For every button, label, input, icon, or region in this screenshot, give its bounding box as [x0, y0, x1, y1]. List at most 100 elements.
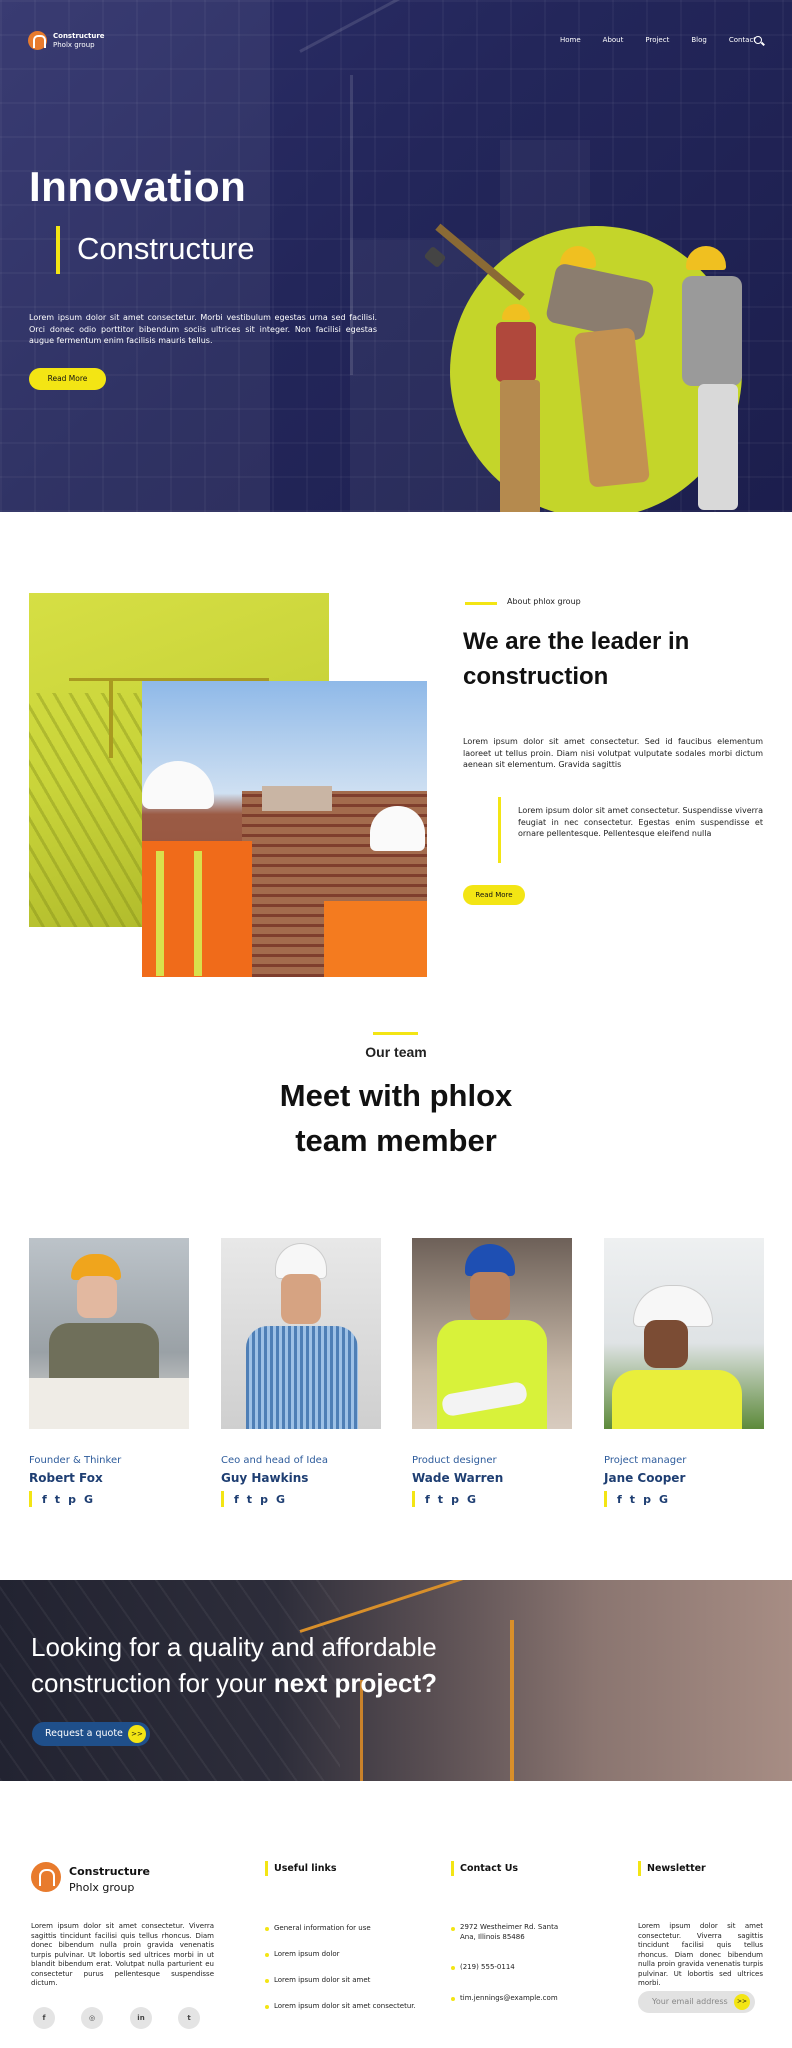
brand-tagline: Pholx group — [53, 40, 95, 49]
hero-title: Innovation — [29, 163, 247, 210]
hero-section: Constructure Pholx group Home About Proj… — [0, 0, 792, 512]
footer-link[interactable]: Lorem ipsum dolor sit amet — [274, 1976, 370, 1984]
member-name[interactable]: Wade Warren — [412, 1471, 572, 1485]
about-paragraph: Lorem ipsum dolor sit amet consectetur. … — [463, 737, 763, 769]
twitter-icon[interactable]: t — [247, 1493, 252, 1506]
footer-col-bar — [265, 1861, 268, 1876]
team-member-card[interactable]: Project manager Jane Cooper f t p G — [604, 1238, 764, 1507]
member-role: Product designer — [412, 1455, 497, 1466]
search-icon[interactable] — [754, 36, 762, 44]
about-image-photo — [142, 681, 427, 977]
footer-brand-name: Constructure — [69, 1865, 151, 1878]
member-name[interactable]: Guy Hawkins — [221, 1471, 381, 1485]
team-member-card[interactable]: Ceo and head of Idea Guy Hawkins f t p G — [221, 1238, 381, 1507]
team-accent-line — [373, 1032, 418, 1035]
pinterest-icon[interactable]: p — [68, 1493, 76, 1506]
nav-contact[interactable]: Contact — [729, 36, 756, 44]
bullet-icon — [265, 2005, 269, 2009]
worker-figure — [496, 322, 536, 382]
pinterest-icon[interactable]: p — [260, 1493, 268, 1506]
google-icon[interactable]: G — [84, 1493, 93, 1506]
newsletter-submit-button[interactable]: >> — [734, 1994, 750, 2010]
hardhat-icon — [142, 761, 214, 809]
bullet-icon — [451, 1927, 455, 1931]
bullet-icon — [451, 1997, 455, 2001]
about-label: About phlox group — [507, 597, 581, 606]
newsletter-paragraph: Lorem ipsum dolor sit amet consectetur. … — [638, 1922, 763, 1987]
worker-vest — [324, 901, 427, 977]
brand-logo[interactable]: Constructure Pholx group — [28, 31, 105, 50]
about-read-more-button[interactable]: Read More — [463, 885, 525, 905]
member-name[interactable]: Robert Fox — [29, 1471, 189, 1485]
arrow-right-icon[interactable]: >> — [128, 1725, 146, 1743]
member-photo — [221, 1238, 381, 1429]
google-icon[interactable]: G — [467, 1493, 476, 1506]
pinterest-icon[interactable]: p — [451, 1493, 459, 1506]
footer-link[interactable]: Lorem ipsum dolor — [274, 1950, 339, 1958]
bullet-icon — [451, 1966, 455, 1970]
twitter-icon[interactable]: t — [55, 1493, 60, 1506]
member-role: Project manager — [604, 1455, 687, 1466]
contact-email[interactable]: tim.jennings@example.com — [460, 1994, 558, 2002]
about-quote-bar — [498, 797, 501, 863]
facebook-icon[interactable]: f — [33, 2007, 55, 2029]
about-quote: Lorem ipsum dolor sit amet consectetur. … — [518, 806, 763, 838]
member-social-links: f t p G — [221, 1491, 381, 1507]
pinterest-icon[interactable]: p — [643, 1493, 651, 1506]
contact-title: Contact Us — [460, 1863, 519, 1874]
member-photo — [412, 1238, 572, 1429]
footer-col-bar — [638, 1861, 641, 1876]
member-social-links: f t p G — [412, 1491, 572, 1507]
newsletter-title: Newsletter — [647, 1863, 706, 1874]
google-icon[interactable]: G — [659, 1493, 668, 1506]
bullet-icon — [265, 1953, 269, 1957]
hardhat-icon — [276, 1244, 326, 1278]
worker-figure — [500, 380, 540, 512]
linkedin-icon[interactable]: in — [130, 2007, 152, 2029]
brand-name: Constructure — [53, 31, 105, 40]
contact-phone[interactable]: (219) 555-0114 — [460, 1963, 515, 1971]
footer-link[interactable]: Lorem ipsum dolor sit amet consectetur. — [274, 2002, 416, 2010]
member-photo — [604, 1238, 764, 1429]
facebook-icon[interactable]: f — [617, 1493, 622, 1506]
team-member-card[interactable]: Founder & Thinker Robert Fox f t p G — [29, 1238, 189, 1507]
google-icon[interactable]: G — [276, 1493, 285, 1506]
facebook-icon[interactable]: f — [42, 1493, 47, 1506]
main-nav: Home About Project Blog Contact — [560, 36, 778, 44]
member-social-links: f t p G — [29, 1491, 189, 1507]
footer-brand-tag: Pholx group — [69, 1881, 135, 1894]
useful-links-title: Useful links — [274, 1863, 337, 1874]
team-member-card[interactable]: Product designer Wade Warren f t p G — [412, 1238, 572, 1507]
instagram-icon[interactable]: ◎ — [81, 2007, 103, 2029]
nav-home[interactable]: Home — [560, 36, 581, 44]
bullet-icon — [265, 1927, 269, 1931]
footer-paragraph: Lorem ipsum dolor sit amet consectetur. … — [31, 1922, 214, 1987]
footer-logo-icon[interactable] — [31, 1862, 61, 1892]
logo-icon — [28, 31, 47, 50]
facebook-icon[interactable]: f — [425, 1493, 430, 1506]
hero-paragraph: Lorem ipsum dolor sit amet consectetur. … — [29, 313, 377, 345]
nav-project[interactable]: Project — [645, 36, 669, 44]
hero-subtitle-bar — [56, 226, 60, 274]
worker-figure — [682, 276, 742, 386]
footer-brand: Constructure Pholx group — [69, 1864, 150, 1896]
footer-link[interactable]: General information for use — [274, 1924, 371, 1932]
twitter-icon[interactable]: t — [178, 2007, 200, 2029]
team-label: Our team — [365, 1044, 427, 1060]
hardhat-icon — [370, 806, 425, 851]
hero-subtitle: Constructure — [77, 231, 255, 266]
hero-read-more-button[interactable]: Read More — [29, 368, 106, 390]
member-photo — [29, 1238, 189, 1429]
about-accent-line — [465, 602, 497, 605]
twitter-icon[interactable]: t — [630, 1493, 635, 1506]
team-heading: Meet with phlox team member — [279, 1078, 513, 1158]
facebook-icon[interactable]: f — [234, 1493, 239, 1506]
nav-about[interactable]: About — [603, 36, 624, 44]
crane-mast — [109, 678, 113, 758]
twitter-icon[interactable]: t — [438, 1493, 443, 1506]
member-social-links: f t p G — [604, 1491, 764, 1507]
member-role: Ceo and head of Idea — [221, 1455, 328, 1466]
member-name[interactable]: Jane Cooper — [604, 1471, 764, 1485]
cta-section: Looking for a quality and affordable con… — [0, 1580, 792, 1781]
nav-blog[interactable]: Blog — [691, 36, 706, 44]
